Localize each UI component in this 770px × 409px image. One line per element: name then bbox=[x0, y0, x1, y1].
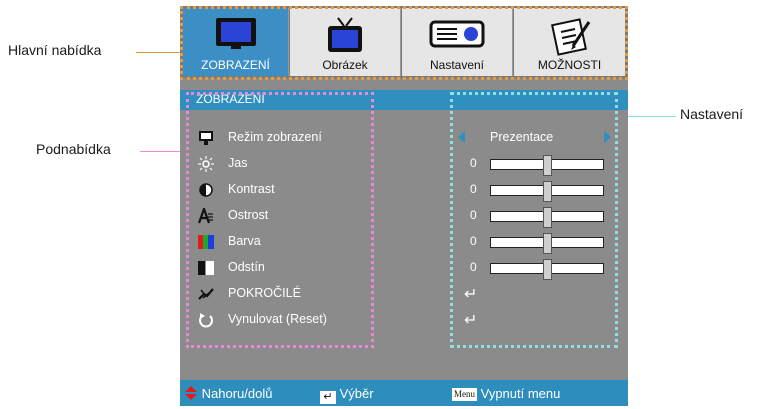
footer-exit-label: Vypnutí menu bbox=[480, 386, 561, 401]
footer-bar: Nahoru/dolů ↵ Výběr Menu Vypnutí menu bbox=[180, 380, 628, 406]
osd-menu: ZOBRAZENÍ Obrázek Nastavení MOŽNOSTI ZOB… bbox=[180, 6, 628, 406]
submenu-frame bbox=[186, 92, 374, 348]
callout-submenu: Podnabídka bbox=[36, 141, 111, 157]
footer-nav-label: Nahoru/dolů bbox=[201, 386, 273, 401]
footer-nav: Nahoru/dolů bbox=[184, 386, 272, 401]
footer-exit: Menu Vypnutí menu bbox=[452, 386, 560, 401]
footer-select: ↵ Výběr bbox=[320, 386, 374, 404]
callout-main-menu-leader bbox=[136, 52, 184, 53]
menu-key-icon: Menu bbox=[452, 388, 477, 401]
settings-frame bbox=[450, 92, 618, 348]
callout-settings: Nastavení bbox=[680, 106, 744, 122]
callout-main-menu: Hlavní nabídka bbox=[8, 42, 102, 58]
main-menu-frame bbox=[180, 6, 628, 80]
updown-arrow-icon bbox=[185, 386, 197, 400]
enter-key-icon: ↵ bbox=[320, 391, 336, 404]
footer-select-label: Výběr bbox=[339, 386, 374, 401]
